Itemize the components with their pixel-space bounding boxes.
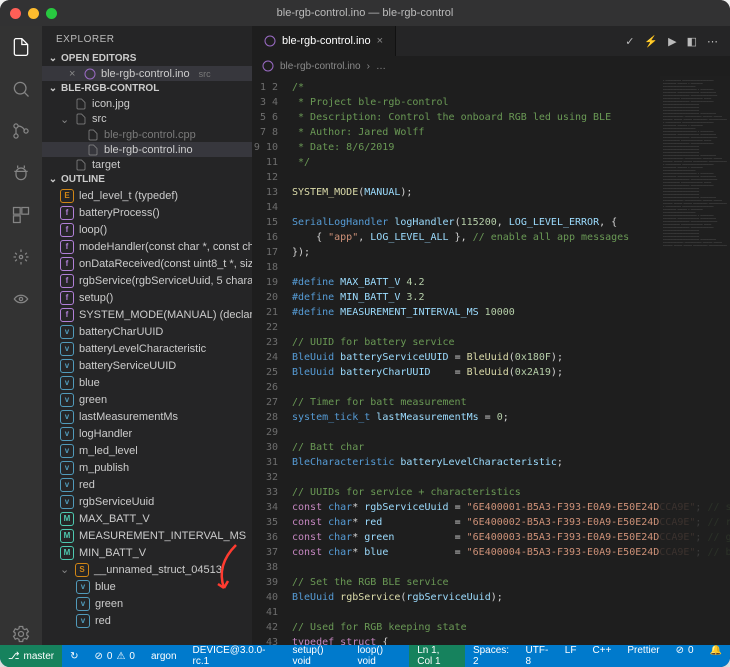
outline-item[interactable]: frgbService(rgbServiceUuid, 5 characteri… (42, 272, 252, 289)
project-header[interactable]: ⌄BLE-RGB-CONTROL (42, 81, 252, 96)
outline-item[interactable]: fonDataReceived(const uint8_t *, size_t,… (42, 255, 252, 272)
flash-icon[interactable]: ⚡ (644, 35, 658, 48)
outline-header[interactable]: ⌄OUTLINE (42, 172, 252, 187)
status-bar: ⎇ master ↻ ⊘ 0 ⚠ 0 argon DEVICE@3.0.0-rc… (0, 645, 730, 667)
outline-item[interactable]: MMAX_BATT_V (42, 510, 252, 527)
outline-item[interactable]: vbatteryLevelCharacteristic (42, 340, 252, 357)
breadcrumb[interactable]: ble-rgb-control.ino›… (252, 56, 730, 76)
line-gutter: 1 2 3 4 5 6 7 8 9 10 11 12 13 14 15 16 1… (252, 76, 286, 645)
outline-item[interactable]: Eled_level_t (typedef) (42, 187, 252, 204)
particle-icon[interactable] (10, 246, 32, 268)
source-control-icon[interactable] (10, 120, 32, 142)
window-title: ble-rgb-control.ino — ble-rgb-control (0, 7, 730, 19)
sidebar: EXPLORER ⌄OPEN EDITORS ×ble-rgb-control.… (42, 26, 252, 645)
problems-indicator[interactable]: ⊘ 0 ⚠ 0 (86, 645, 142, 667)
lint-indicator[interactable]: ⊘ 0 (668, 645, 702, 656)
language-mode[interactable]: C++ (584, 645, 619, 656)
outline-item[interactable]: fmodeHandler(const char *, const char *) (42, 238, 252, 255)
tab-active[interactable]: ble-rgb-control.ino × (252, 26, 396, 56)
outline-item[interactable]: vblue (42, 374, 252, 391)
indentation[interactable]: Spaces: 2 (465, 645, 518, 667)
outline-item[interactable]: vbatteryServiceUUID (42, 357, 252, 374)
liveshare-icon[interactable] (10, 288, 32, 310)
file-tree-item[interactable]: icon.jpg (42, 96, 252, 111)
file-tree-item[interactable]: ble-rgb-control.cpp (42, 127, 252, 142)
eol[interactable]: LF (557, 645, 585, 656)
sync-button[interactable]: ↻ (62, 645, 86, 667)
outline-item[interactable]: vblue (42, 578, 252, 595)
outline-item[interactable]: MMIN_BATT_V (42, 544, 252, 561)
file-icon (264, 35, 276, 47)
outline-item[interactable]: vrgbServiceUuid (42, 493, 252, 510)
activity-bar (0, 26, 42, 645)
outline-item[interactable]: vred (42, 612, 252, 629)
outline-item[interactable]: MMEASUREMENT_INTERVAL_MS (42, 527, 252, 544)
outline-item[interactable]: vlastMeasurementMs (42, 408, 252, 425)
search-icon[interactable] (10, 78, 32, 100)
outline-item[interactable]: ⌄S__unnamed_struct_04513 (42, 561, 252, 578)
fn-setup[interactable]: setup() void (285, 645, 350, 667)
split-icon[interactable]: ◧ (687, 35, 697, 48)
gear-icon[interactable] (10, 623, 32, 645)
fn-loop[interactable]: loop() void (349, 645, 409, 667)
debug-icon[interactable] (10, 162, 32, 184)
outline-item[interactable]: vm_led_level (42, 442, 252, 459)
tab-close-icon[interactable]: × (377, 35, 383, 47)
file-tree-item[interactable]: ble-rgb-control.ino (42, 142, 252, 157)
explorer-icon[interactable] (10, 36, 32, 58)
prettier[interactable]: Prettier (619, 645, 667, 656)
outline-item[interactable]: vgreen (42, 391, 252, 408)
outline-item[interactable]: vgreen (42, 595, 252, 612)
minimap[interactable]: ▬ ▬▬▬▬▬▬▬▬▬▬▬▬▬ ▬▬▬▬▬▬▬▬▬▬▬▬▬▬▬▬▬▬▬▬▬▬▬▬… (660, 76, 730, 645)
cursor-pos[interactable]: Ln 1, Col 1 (409, 645, 465, 667)
tab-label: ble-rgb-control.ino (282, 35, 371, 47)
outline-item[interactable]: fSYSTEM_MODE(MANUAL) (declaration) (42, 306, 252, 323)
outline-item[interactable]: floop() (42, 221, 252, 238)
editor: ble-rgb-control.ino × ✓ ⚡ ▶ ◧ ⋯ ble-rgb-… (252, 26, 730, 645)
open-editors-header[interactable]: ⌄OPEN EDITORS (42, 51, 252, 66)
close-icon[interactable]: × (69, 68, 79, 80)
file-tree-item[interactable]: ⌄ src (42, 111, 252, 127)
device-os[interactable]: DEVICE@3.0.0-rc.1 (185, 645, 285, 667)
file-tree-item[interactable]: target (42, 157, 252, 172)
outline-item[interactable]: vm_publish (42, 459, 252, 476)
branch-indicator[interactable]: ⎇ master (0, 645, 62, 667)
encoding[interactable]: UTF-8 (518, 645, 557, 667)
compile-icon[interactable]: ✓ (625, 35, 634, 48)
run-icon[interactable]: ▶ (668, 35, 676, 48)
bell-icon[interactable]: 🔔 (702, 645, 730, 656)
extensions-icon[interactable] (10, 204, 32, 226)
target-platform[interactable]: argon (143, 645, 185, 667)
outline-item[interactable]: vred (42, 476, 252, 493)
outline-item[interactable]: fbatteryProcess() (42, 204, 252, 221)
tab-bar: ble-rgb-control.ino × ✓ ⚡ ▶ ◧ ⋯ (252, 26, 730, 56)
titlebar: ble-rgb-control.ino — ble-rgb-control (0, 0, 730, 26)
open-editor-item[interactable]: ×ble-rgb-control.inosrc (42, 66, 252, 81)
outline-item[interactable]: vbatteryCharUUID (42, 323, 252, 340)
outline-item[interactable]: vlogHandler (42, 425, 252, 442)
outline-item[interactable]: fsetup() (42, 289, 252, 306)
sidebar-title: EXPLORER (42, 26, 252, 51)
more-icon[interactable]: ⋯ (707, 35, 718, 48)
